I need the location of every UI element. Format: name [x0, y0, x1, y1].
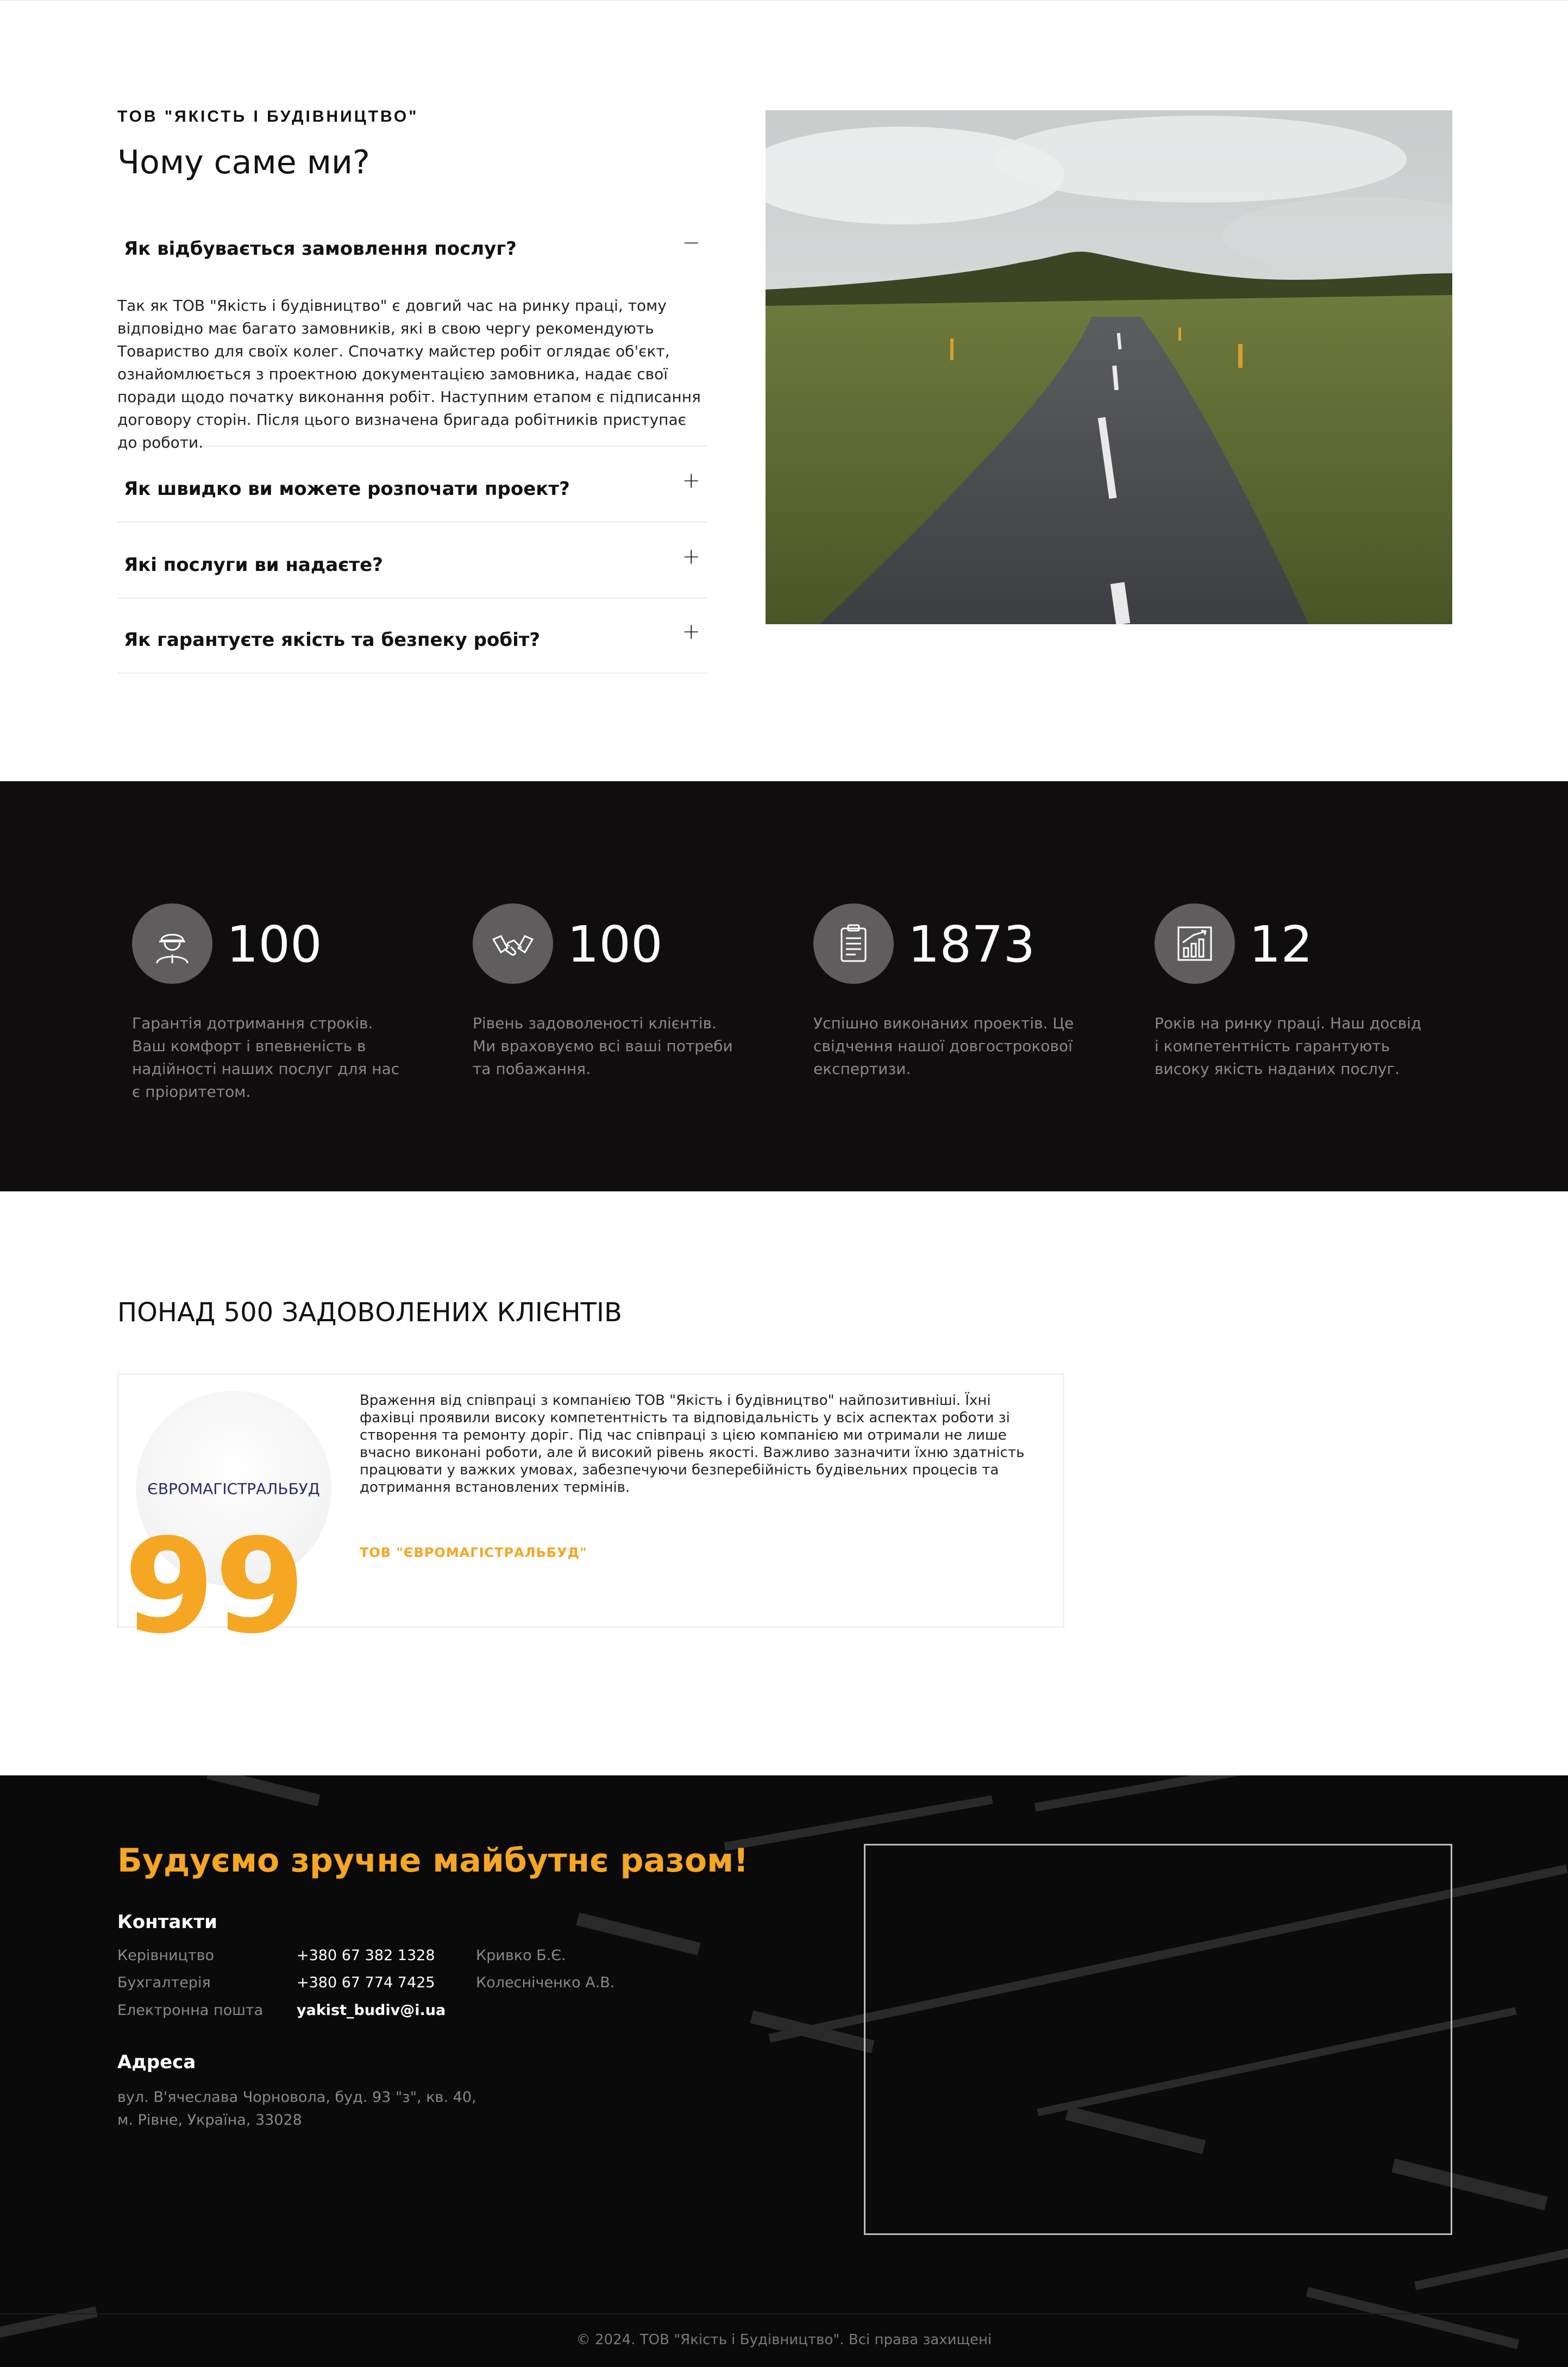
stats-section: 100 Гарантія дотримання строків. Ваш ком… — [0, 781, 1568, 1191]
contact-person: Колесніченко А.В. — [476, 1974, 615, 1991]
company-eyebrow: ТОВ "ЯКІСТЬ І БУДІВНИЦТВО" — [117, 108, 419, 125]
road-landscape-illustration — [766, 110, 1452, 624]
stat-description: Гарантія дотримання строків. Ваш комфорт… — [132, 1014, 400, 1101]
testimonials-heading: ПОНАД 500 ЗАДОВОЛЕНИХ КЛІЄНТІВ — [117, 1297, 622, 1328]
faq-question[interactable]: Як швидко ви можете розпочати проект? — [124, 478, 570, 500]
clipboard-icon — [813, 903, 894, 984]
worker-helmet-icon — [132, 903, 212, 984]
plus-icon[interactable]: + — [682, 468, 700, 493]
faq-item[interactable]: Як відбувається замовлення послуг? − Так… — [117, 218, 707, 451]
client-logo-text: ЄВРОМАГІСТРАЛЬБУД — [147, 1479, 320, 1498]
email-link[interactable]: yakist_budiv@i.ua — [297, 2002, 446, 2019]
faq-section: ТОВ "ЯКІСТЬ І БУДІВНИЦТВО" Чому саме ми?… — [0, 0, 1568, 781]
plus-icon[interactable]: + — [682, 619, 700, 644]
contact-label: Електронна пошта — [117, 2002, 264, 2019]
address-line: м. Рівне, Україна, 33028 — [117, 2112, 302, 2129]
minus-icon[interactable]: − — [682, 230, 700, 255]
stat-value: 12 — [1249, 915, 1313, 974]
contact-label: Бухгалтерія — [117, 1974, 211, 1991]
faq-title: Чому саме ми? — [117, 143, 370, 181]
phone-link[interactable]: +380 67 382 1328 — [297, 1947, 435, 1964]
footer: Будуємо зручне майбутнє разом! Контакти … — [0, 1775, 1568, 2367]
testimonial-card: ЄВРОМАГІСТРАЛЬБУД 99 Враження від співпр… — [117, 1373, 1064, 1652]
plus-icon[interactable]: + — [682, 544, 700, 569]
map-frame[interactable] — [864, 1844, 1452, 2235]
contact-label: Керівництво — [117, 1947, 215, 1964]
address-line: вул. В'ячеслава Чорновола, буд. 93 "з", … — [117, 2089, 476, 2106]
growth-chart-icon — [1155, 903, 1235, 984]
faq-question[interactable]: Які послуги ви надаєте? — [124, 554, 383, 576]
copyright: © 2024. ТОВ "Якість і Будівництво". Всі … — [576, 2332, 992, 2348]
road-image — [766, 110, 1452, 624]
faq-question[interactable]: Як гарантуєте якість та безпеку робіт? — [124, 629, 540, 651]
handshake-icon — [473, 903, 553, 984]
stat-description: Рівень задоволеності клієнтів. Ми врахов… — [473, 1014, 733, 1078]
stat-value: 100 — [227, 915, 322, 974]
faq-question[interactable]: Як відбувається замовлення послуг? — [124, 238, 517, 260]
stat-description: Успішно виконаних проектів. Це свідчення… — [813, 1014, 1074, 1078]
footer-divider — [0, 2313, 1568, 2314]
testimonial-author: ТОВ "ЄВРОМАГІСТРАЛЬБУД" — [360, 1545, 587, 1560]
faq-item[interactable]: Як швидко ви можете розпочати проект? + — [117, 447, 707, 523]
testimonial-text: Враження від співпраці з компанією ТОВ "… — [360, 1392, 1025, 1496]
faq-answer: Так як ТОВ "Якість і будівництво" є довг… — [117, 297, 701, 451]
faq-item[interactable]: Які послуги ви надаєте? + — [117, 523, 707, 599]
stat-description: Років на ринку праці. Наш досвід і компе… — [1155, 1014, 1422, 1078]
testimonials-section: ПОНАД 500 ЗАДОВОЛЕНИХ КЛІЄНТІВ ЄВРОМАГІС… — [0, 1191, 1568, 1775]
address-heading: Адреса — [117, 2051, 196, 2073]
phone-link[interactable]: +380 67 774 7425 — [297, 1974, 435, 1991]
stat-value: 1873 — [908, 915, 1036, 974]
address-text: вул. В'ячеслава Чорновола, буд. 93 "з", … — [117, 2086, 498, 2132]
faq-item[interactable]: Як гарантуєте якість та безпеку робіт? + — [117, 599, 707, 674]
quote-icon: 99 — [124, 1510, 305, 1662]
contacts-heading: Контакти — [117, 1911, 217, 1933]
contact-person: Кривко Б.Є. — [476, 1947, 566, 1964]
stat-value: 100 — [567, 915, 663, 974]
footer-title: Будуємо зручне майбутнє разом! — [117, 1842, 749, 1880]
